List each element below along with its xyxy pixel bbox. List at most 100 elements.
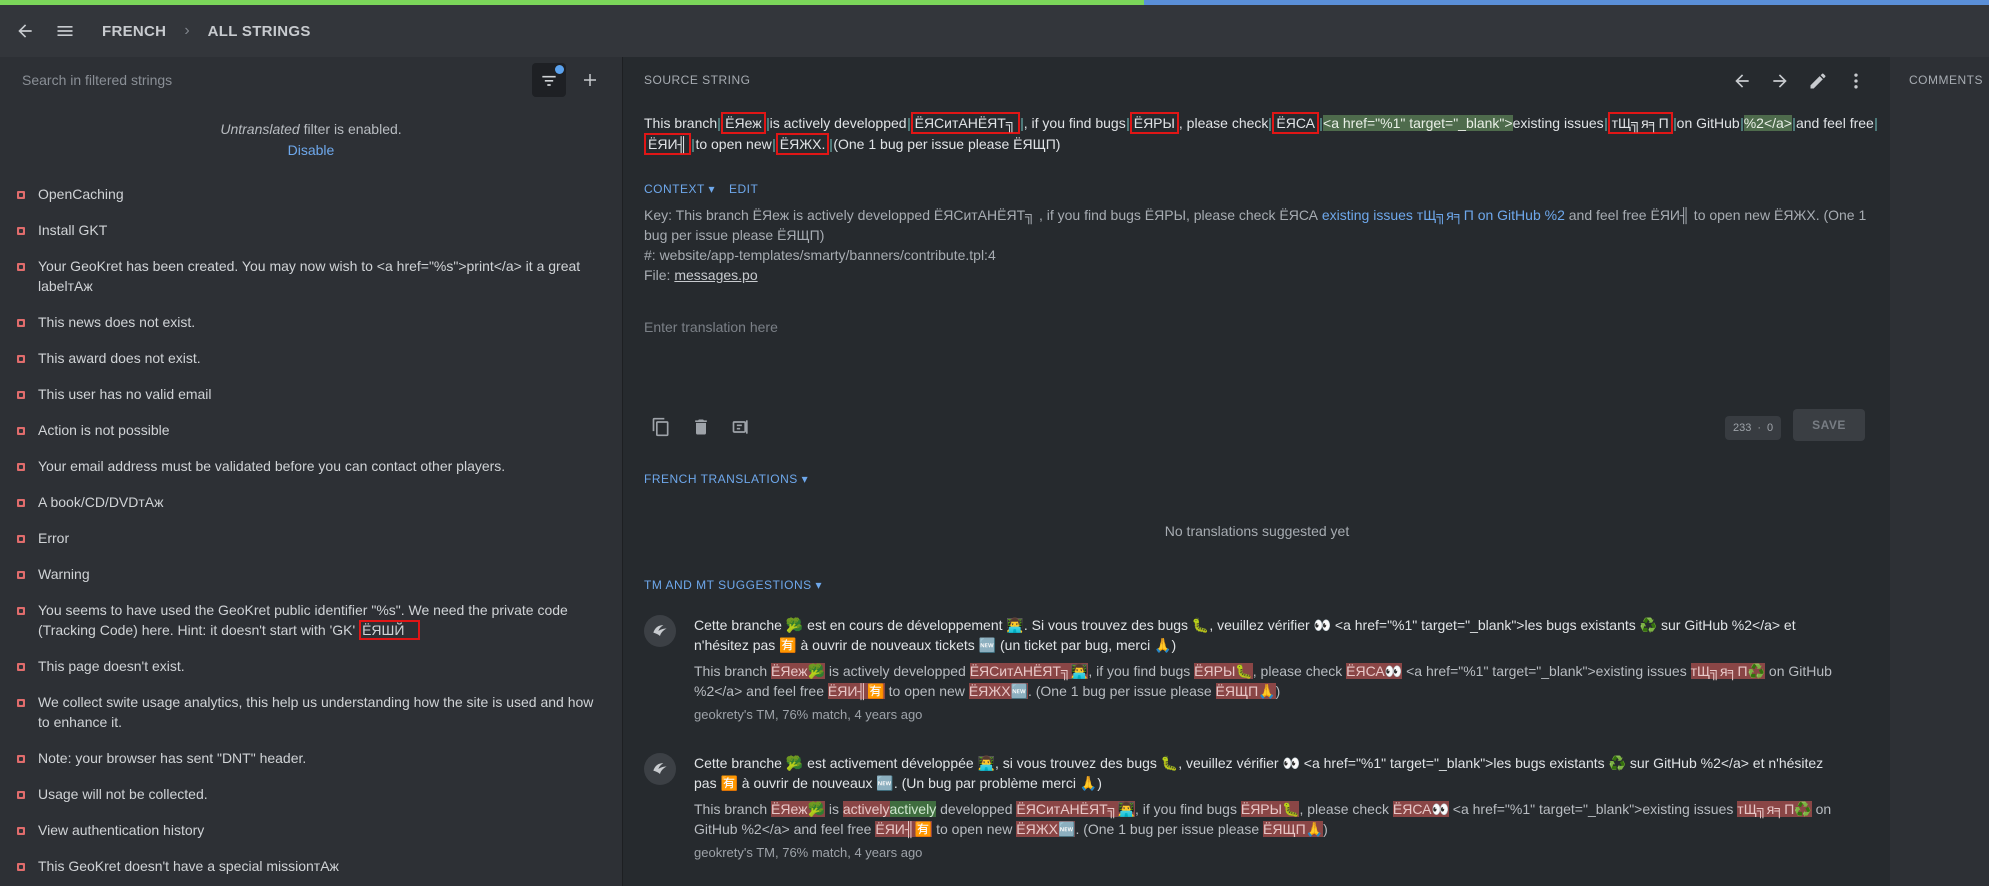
special-characters-icon[interactable] [729, 415, 753, 439]
copy-source-icon[interactable] [649, 415, 673, 439]
untranslated-status-icon [17, 755, 25, 763]
breadcrumb-view[interactable]: ALL STRINGS [208, 23, 311, 40]
space-marker [1020, 117, 1023, 131]
chevron-down-icon: ▾ [708, 182, 715, 196]
space-marker [1874, 117, 1877, 131]
string-item[interactable]: Your GeoKret has been created. You may n… [0, 248, 622, 304]
file-link[interactable]: messages.po [674, 267, 757, 283]
edit-source-icon[interactable] [1806, 69, 1830, 93]
tm-source-diff: This branch ЁЯеж🥦 is actively developped… [694, 661, 1844, 701]
special-char-marker: ЁЯСитАНЁЯТ╗ [910, 112, 1020, 134]
untranslated-status-icon [17, 263, 25, 271]
back-arrow-icon[interactable] [13, 19, 37, 43]
disable-filter-link[interactable]: Disable [0, 142, 622, 158]
comments-label[interactable]: COMMENTS [1909, 73, 1983, 87]
tab-context[interactable]: CONTEXT ▾ [644, 182, 715, 196]
previous-string-icon[interactable] [1730, 69, 1754, 93]
diff-equal: This branch [694, 801, 772, 817]
tm-meta: geokrety's TM, 76% match, 4 years ago [694, 845, 923, 860]
source-segment: This branch [644, 115, 718, 131]
string-item[interactable]: This news does not exist. [0, 304, 622, 340]
string-item[interactable]: Install GKT [0, 212, 622, 248]
editor-panel: SOURCE STRING This branch ЁЯеж is actively… [622, 57, 1890, 886]
save-button[interactable]: SAVE [1793, 409, 1865, 441]
diff-removed: тЩ╗я╕П♻️ [1737, 801, 1812, 817]
diff-removed: ЁЯСА👀 [1392, 801, 1449, 817]
diff-equal: ) [1275, 683, 1281, 699]
diff-equal: is [824, 801, 843, 817]
string-item[interactable]: You seems to have used the GeoKret publi… [0, 592, 622, 648]
source-segment: is actively developped [769, 115, 907, 131]
string-item-text: This page doesn't exist. [38, 658, 185, 674]
string-item[interactable]: A book/CD/DVDтАж [0, 484, 622, 520]
string-item-text: OpenCaching [38, 186, 124, 202]
tm-source-logo-icon [644, 753, 676, 785]
tm-target-text: Cette branche 🥦 est activement développé… [694, 755, 1824, 791]
more-options-icon[interactable] [1844, 69, 1868, 93]
diff-equal: , if you find bugs [1088, 663, 1195, 679]
chevron-down-icon: ▾ [801, 472, 809, 486]
french-translations-header[interactable]: FRENCH TRANSLATIONS ▾ [644, 472, 808, 486]
string-item-text: Error [38, 530, 70, 546]
diff-removed: тЩ╗я╕П♻️ [1690, 663, 1766, 679]
tm-suggestions-header[interactable]: TM AND MT SUGGESTIONS ▾ [644, 578, 822, 592]
string-item[interactable]: This page doesn't exist. [0, 648, 622, 684]
next-string-icon[interactable] [1768, 69, 1792, 93]
tab-edit[interactable]: EDIT [729, 182, 758, 196]
string-item[interactable]: Note: your browser has sent "DNT" header… [0, 740, 622, 776]
string-item[interactable]: Error [0, 520, 622, 556]
space-marker [766, 117, 769, 131]
format-placeholder[interactable]: %1 [1380, 115, 1401, 131]
string-item[interactable]: OpenCaching [0, 176, 622, 212]
string-item-text: Note: your browser has sent "DNT" header… [38, 750, 307, 766]
filter-button[interactable] [532, 63, 566, 97]
untranslated-status-icon [17, 699, 25, 707]
diff-equal: is actively developped [824, 663, 970, 679]
string-item[interactable]: This award does not exist. [0, 340, 622, 376]
string-item[interactable]: Warning [0, 556, 622, 592]
menu-icon[interactable] [53, 19, 77, 43]
diff-removed: ЁЯеж🥦 [771, 801, 825, 817]
translation-input[interactable] [644, 319, 1884, 379]
context-file: File: messages.po [644, 265, 1884, 285]
highlighted-placeholder: ЁЯШЙ [359, 620, 421, 640]
source-string-label: SOURCE STRING [644, 73, 751, 87]
string-item[interactable]: This user has no valid email [0, 376, 622, 412]
breadcrumb-locale[interactable]: FRENCH [102, 23, 166, 40]
untranslated-status-icon [17, 191, 25, 199]
diff-removed: ЁЯИ╢🈶 [827, 683, 885, 699]
html-placeholder[interactable]: </a> [1763, 115, 1792, 131]
filter-active-dot [555, 65, 564, 74]
html-placeholder[interactable]: " target="_blank"> [1400, 115, 1513, 131]
html-placeholder[interactable]: <a href=" [1323, 115, 1381, 131]
space-marker [1740, 117, 1743, 131]
tm-meta: geokrety's TM, 76% match, 4 years ago [694, 707, 923, 722]
string-item[interactable]: We collect swite usage analytics, this h… [0, 684, 622, 740]
source-segment: to open new [695, 136, 772, 152]
add-string-button[interactable] [578, 68, 602, 92]
diff-equal: . (One 1 bug per issue please [1075, 821, 1263, 837]
string-item-text: This GeoKret doesn't have a special miss… [38, 858, 339, 874]
source-segment: existing issues [1512, 115, 1604, 131]
diff-removed: ЁЯСитАНЁЯТ╗👨‍💻 [1016, 801, 1135, 817]
untranslated-status-icon [17, 355, 25, 363]
search-input[interactable] [22, 72, 522, 88]
untranslated-status-icon [17, 319, 25, 327]
string-item[interactable]: Action is not possible [0, 412, 622, 448]
top-bar: FRENCH › ALL STRINGS [0, 5, 1989, 57]
string-item[interactable]: View authentication history [0, 812, 622, 848]
string-item[interactable]: Usage will not be collected. [0, 776, 622, 812]
format-placeholder[interactable]: %2 [1743, 115, 1764, 131]
space-marker [1604, 117, 1607, 131]
string-item[interactable]: This GeoKret doesn't have a special miss… [0, 848, 622, 884]
editor-toolbar [649, 415, 753, 439]
string-item-text: Usage will not be collected. [38, 786, 208, 802]
diff-equal: <a href="%1" target="_blank">existing is… [1402, 663, 1691, 679]
diff-equal: This branch [694, 663, 772, 679]
tab-context-label: CONTEXT [644, 182, 705, 196]
context-key-link: existing issues тЩ╗я╕П on GitHub %2 [1321, 207, 1565, 223]
untranslated-status-icon [17, 227, 25, 235]
string-item[interactable]: Your email address must be validated bef… [0, 448, 622, 484]
delete-icon[interactable] [689, 415, 713, 439]
source-string-text: This branch ЁЯеж is actively developped ЁЯС… [644, 112, 1884, 155]
